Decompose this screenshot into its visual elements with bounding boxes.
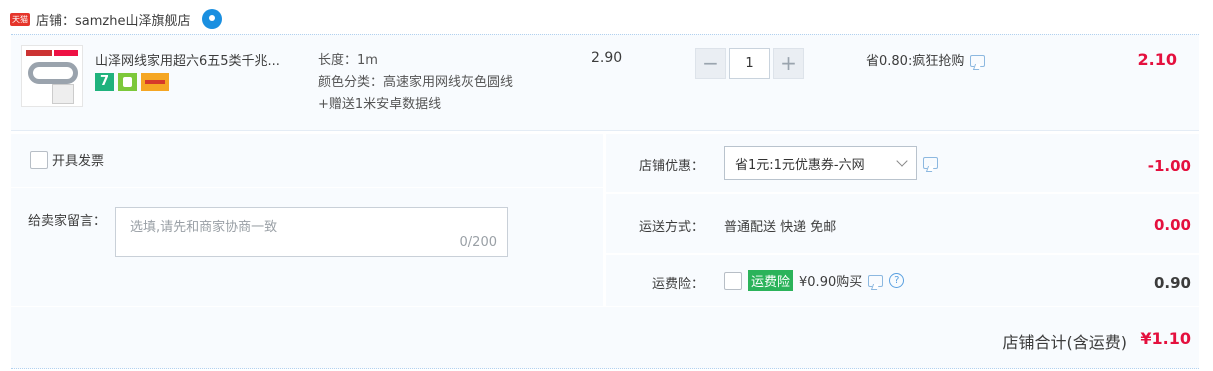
tmall-badge: 天猫 — [10, 12, 30, 26]
promo-text: 省0.80:疯狂抢购 — [866, 54, 965, 69]
insurance-row: 运费险： 运费险 ¥0.90购买 ? 0.90 — [606, 255, 1199, 306]
seller-message-input[interactable]: 选填,请先和商家协商一致 0/200 — [115, 207, 508, 257]
message-label: 给卖家留言： — [28, 214, 107, 229]
qty-increase-button[interactable]: + — [773, 48, 804, 79]
product-title-link[interactable]: 山泽网线家用超六6五5类千兆... — [95, 50, 305, 69]
shipping-row: 运送方式： 普通配送 快递 免邮 0.00 — [606, 194, 1199, 253]
sku-length: 长度：1m — [318, 53, 378, 68]
insurance-amount: 0.90 — [1153, 274, 1191, 292]
shipping-amount: 0.00 — [1153, 216, 1191, 234]
insurance-comment-icon[interactable] — [868, 274, 884, 287]
coupon-value: 省1元:1元优惠券-六网 — [724, 146, 938, 180]
insurance-checkbox[interactable] — [724, 271, 742, 290]
order-options-panel: 开具发票 给卖家留言： 选填,请先和商家协商一致 0/200 — [11, 134, 603, 306]
coupon-row: 店铺优惠： 省1元:1元优惠券-六网 -1.00 — [606, 134, 1199, 192]
insurance-value: 运费险 ¥0.90购买 ? — [724, 270, 905, 291]
order-summary-panel: 店铺优惠： 省1元:1元优惠券-六网 -1.00 运送方式： 普通配送 快递 免… — [606, 134, 1199, 306]
product-thumbnail[interactable] — [21, 45, 83, 107]
coupon-comment-icon[interactable] — [923, 157, 938, 169]
invoice-option[interactable]: 开具发票 — [30, 150, 104, 169]
message-char-counter: 0/200 — [459, 235, 497, 250]
service-badges: 7 — [95, 73, 169, 91]
seven-day-return-icon: 7 — [95, 73, 114, 91]
guarantee-icon — [118, 73, 137, 91]
invoice-checkbox[interactable] — [30, 150, 48, 169]
insurance-tag: 运费险 — [748, 270, 794, 291]
qty-input[interactable]: 1 — [729, 48, 770, 79]
insurance-price: ¥0.90购买 — [799, 275, 863, 290]
cart-item-row: 山泽网线家用超六6五5类千兆... 7 长度：1m 颜色分类：高速家用网线灰色圆… — [11, 34, 1199, 131]
quantity-stepper: − 1 + — [695, 48, 804, 79]
help-icon[interactable]: ? — [889, 273, 905, 288]
shipping-label: 运送方式： — [638, 220, 704, 235]
unit-price: 2.90 — [591, 50, 623, 66]
shop-name-link[interactable]: 店铺：samzhe山泽旗舰店 — [36, 10, 190, 29]
item-total: 2.10 — [1137, 50, 1177, 69]
shipping-value: 普通配送 快递 免邮 — [724, 220, 837, 235]
coupon-select[interactable]: 省1元:1元优惠券-六网 — [724, 146, 917, 180]
shop-header: 天猫 店铺：samzhe山泽旗舰店 — [10, 8, 223, 30]
coupon-amount: -1.00 — [1147, 157, 1191, 175]
sku-gift: +赠送1米安卓数据线 — [318, 97, 442, 112]
shop-total-label: 店铺合计(含运费) — [1002, 333, 1128, 352]
shop-total-value: ¥1.10 — [1140, 329, 1191, 348]
invoice-label: 开具发票 — [52, 154, 105, 169]
qty-decrease-button[interactable]: − — [695, 48, 726, 79]
insurance-label: 运费险： — [651, 277, 704, 292]
coupon-selected-text: 省1元:1元优惠券-六网 — [735, 157, 865, 173]
invoice-row: 开具发票 — [11, 134, 603, 188]
sku-color: 颜色分类：高速家用网线灰色圆线 — [318, 75, 514, 90]
sku-info: 长度：1m 颜色分类：高速家用网线灰色圆线 +赠送1米安卓数据线 — [318, 50, 513, 116]
wangwang-chat-icon[interactable] — [202, 9, 223, 29]
message-placeholder: 选填,请先和商家协商一致 — [130, 220, 278, 235]
promo-comment-icon[interactable] — [970, 55, 986, 67]
shop-total-row: 店铺合计(含运费) ¥1.10 — [11, 307, 1199, 369]
chevron-down-icon — [896, 154, 908, 167]
credit-card-icon — [141, 73, 169, 91]
coupon-label: 店铺优惠： — [638, 159, 704, 174]
promo-info: 省0.80:疯狂抢购 — [866, 50, 986, 69]
